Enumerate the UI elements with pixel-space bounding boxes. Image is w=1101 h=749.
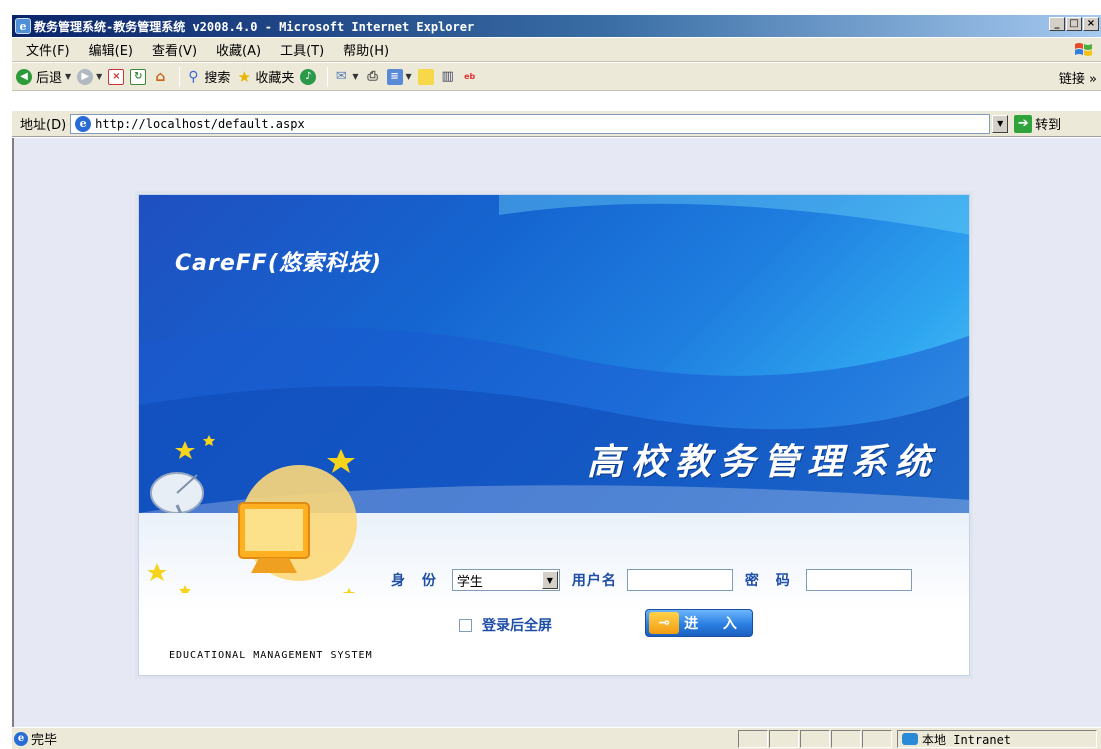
toolbar-separator (327, 66, 329, 87)
intranet-icon (902, 733, 918, 745)
discuss-icon (417, 68, 434, 85)
edit-dropdown-icon[interactable]: ▼ (406, 72, 412, 81)
minimize-button[interactable]: _ (1049, 17, 1065, 31)
forward-button[interactable]: ▶ ▼ (77, 68, 102, 85)
username-label: 用户名 (571, 573, 617, 589)
stop-button[interactable]: × (108, 68, 125, 85)
toolbar-separator (179, 66, 181, 87)
ebay-button[interactable]: eb (462, 69, 478, 85)
search-label: 搜索 (204, 71, 231, 86)
edit-page-icon: ≡ (386, 68, 403, 85)
mail-dropdown-icon[interactable]: ▼ (352, 72, 358, 81)
menu-help[interactable]: 帮助(H) (331, 40, 396, 59)
system-title: 高校教务管理系统 (586, 441, 939, 483)
go-label: 转到 (1035, 118, 1062, 133)
favorites-label: 收藏夹 (255, 71, 295, 86)
username-input[interactable] (626, 569, 733, 591)
left-edge (0, 0, 12, 749)
standard-toolbar: ◀ 后退 ▼ ▶ ▼ × ↻ ⌂ ⚲ 搜索 ★ 收藏夹 ♪ ✉ ▼ ⎙ ≡ ▼ … (12, 63, 1101, 91)
enter-button[interactable]: ⊸ 进 入 (645, 609, 753, 637)
password-label: 密 码 (744, 573, 796, 589)
home-button[interactable]: ⌂ (152, 69, 168, 85)
print-icon: ⎙ (367, 69, 378, 84)
edit-button[interactable]: ≡ ▼ (386, 68, 412, 85)
forward-dropdown-icon[interactable]: ▼ (96, 72, 102, 81)
status-bar: e 完毕 本地 Intranet (12, 727, 1101, 749)
login-form-row: 身 份 学生 ▼ 用户名 密 码 (391, 569, 924, 591)
links-bar[interactable]: 链接 » (1059, 68, 1097, 87)
status-panel (800, 730, 830, 748)
identity-select[interactable]: 学生 ▼ (451, 569, 560, 591)
identity-value: 学生 (456, 574, 483, 590)
refresh-button[interactable]: ↻ (130, 68, 147, 85)
discuss-button[interactable] (417, 68, 434, 85)
back-arrow-icon: ◀ (16, 68, 32, 85)
address-bar: 地址(D) e http://localhost/default.aspx ▼ … (12, 111, 1101, 137)
status-panel (769, 730, 799, 748)
stop-icon: × (108, 68, 125, 85)
menu-edit[interactable]: 编辑(E) (77, 40, 140, 59)
address-dropdown-icon[interactable]: ▼ (992, 114, 1009, 133)
close-button[interactable]: × (1083, 17, 1099, 31)
status-panels (738, 730, 893, 748)
fullscreen-option: 登录后全屏 (459, 615, 552, 635)
ie-app-icon: e (15, 18, 31, 34)
menu-view[interactable]: 查看(V) (140, 40, 204, 59)
key-icon: ⊸ (649, 612, 679, 634)
favorites-star-icon: ★ (237, 67, 252, 86)
research-icon: ▥ (441, 69, 454, 84)
favorites-button[interactable]: ★ 收藏夹 (236, 67, 295, 87)
chevron-down-icon[interactable]: ▼ (541, 571, 558, 589)
enter-label: 进 入 (684, 616, 747, 632)
menu-favorites[interactable]: 收藏(A) (204, 40, 268, 59)
window-controls: _ □ × (1048, 17, 1099, 31)
menu-tools[interactable]: 工具(T) (268, 40, 331, 59)
ie-page-icon: e (75, 115, 92, 132)
media-icon: ♪ (300, 68, 317, 85)
identity-label: 身 份 (391, 573, 442, 589)
window-title-bar[interactable]: e 教务管理系统-教务管理系统 v2008.4.0 - Microsoft In… (12, 15, 1101, 37)
back-dropdown-icon[interactable]: ▼ (65, 72, 71, 81)
refresh-icon: ↻ (130, 68, 147, 85)
login-panel: CareFF(悠索科技) 高校教务管理系统 身 份 学生 ▼ 用户名 密 码 登… (138, 194, 970, 676)
research-button[interactable]: ▥ (440, 69, 456, 85)
status-panel (738, 730, 768, 748)
status-text-area: e 完毕 (12, 729, 57, 748)
windows-logo-icon (1075, 43, 1092, 56)
ie-status-icon: e (14, 731, 28, 746)
go-arrow-icon: ➔ (1014, 114, 1033, 133)
mail-button[interactable]: ✉ ▼ (333, 69, 359, 85)
go-button[interactable]: ➔ 转到 (1014, 114, 1061, 133)
print-button[interactable]: ⎙ (365, 69, 381, 85)
address-label: 地址(D) (20, 118, 67, 133)
search-icon: ⚲ (188, 68, 199, 85)
media-button[interactable]: ♪ (300, 68, 317, 85)
status-panel (831, 730, 861, 748)
security-zone[interactable]: 本地 Intranet (897, 730, 1097, 748)
window-title: 教务管理系统-教务管理系统 v2008.4.0 - Microsoft Inte… (34, 19, 475, 34)
forward-arrow-icon: ▶ (77, 68, 94, 85)
fullscreen-checkbox[interactable] (459, 618, 472, 632)
status-text: 完毕 (31, 733, 58, 748)
brand-logo-text: CareFF(悠索科技) (175, 251, 382, 276)
zone-label: 本地 Intranet (922, 732, 1012, 747)
maximize-button[interactable]: □ (1066, 17, 1082, 31)
status-panel (862, 730, 892, 748)
mail-icon: ✉ (335, 69, 347, 84)
password-input[interactable] (805, 569, 912, 591)
home-icon: ⌂ (155, 68, 166, 85)
menu-file[interactable]: 文件(F) (12, 40, 77, 59)
page-content: CareFF(悠索科技) 高校教务管理系统 身 份 学生 ▼ 用户名 密 码 登… (12, 138, 1101, 727)
monitor-moon-icon (147, 465, 357, 593)
back-label: 后退 (36, 71, 63, 86)
back-button[interactable]: ◀ 后退 ▼ (16, 67, 71, 86)
address-input[interactable]: e http://localhost/default.aspx (70, 113, 991, 134)
fullscreen-label[interactable]: 登录后全屏 (482, 615, 552, 635)
address-url[interactable]: http://localhost/default.aspx (95, 117, 305, 131)
ebay-icon: eb (464, 72, 476, 81)
menu-bar: 文件(F) 编辑(E) 查看(V) 收藏(A) 工具(T) 帮助(H) (12, 38, 1101, 62)
search-button[interactable]: ⚲ 搜索 (185, 67, 231, 87)
footer-text: EDUCATIONAL MANAGEMENT SYSTEM (169, 650, 373, 661)
